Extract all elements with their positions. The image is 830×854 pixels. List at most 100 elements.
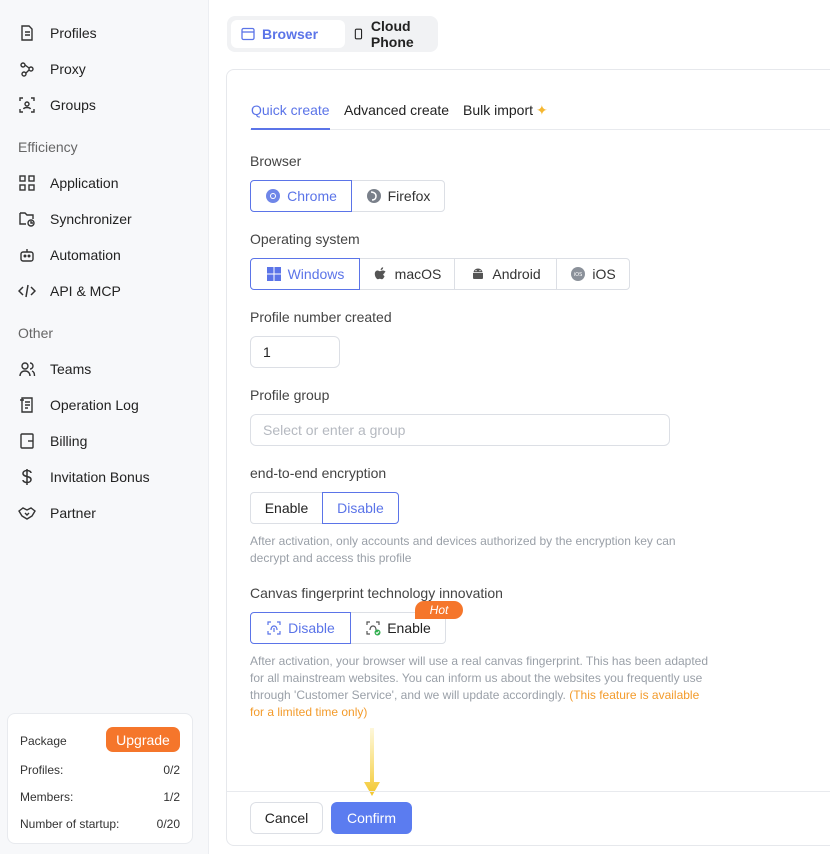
browser-label: Browser	[250, 153, 302, 169]
pointer-arrow-icon	[364, 728, 380, 796]
browser-option-chrome[interactable]: Chrome	[250, 180, 352, 212]
tab-quick-create[interactable]: Quick create	[251, 102, 330, 130]
browser-option-firefox[interactable]: Firefox	[351, 180, 445, 212]
section-efficiency: Efficiency	[18, 139, 78, 155]
proxy-icon	[18, 60, 36, 78]
canvas-label: Canvas fingerprint technology innovation	[250, 585, 503, 601]
sidebar-item-label: Operation Log	[50, 397, 139, 413]
sidebar-item-invitation-bonus[interactable]: Invitation Bonus	[18, 465, 150, 489]
tab-browser-label: Browser	[262, 26, 319, 42]
handshake-icon	[18, 504, 36, 522]
os-selector: Windows macOS Android iOS iOS	[250, 258, 630, 290]
sidebar-item-partner[interactable]: Partner	[18, 501, 96, 525]
package-row: Number of startup: 0/20	[20, 817, 180, 831]
sidebar-item-operation-log[interactable]: Operation Log	[18, 393, 139, 417]
profile-number-input[interactable]: 1	[250, 336, 340, 368]
sidebar-item-label: Proxy	[50, 61, 86, 77]
canvas-hint: After activation, your browser will use …	[250, 653, 708, 721]
canvas-option-label: Enable	[387, 620, 431, 636]
os-option-android[interactable]: Android	[454, 258, 557, 290]
package-row-value: 0/2	[163, 763, 180, 777]
sidebar-item-label: Synchronizer	[50, 211, 132, 227]
sidebar-item-application[interactable]: Application	[18, 171, 119, 195]
android-icon	[470, 266, 486, 282]
e2e-option-enable[interactable]: Enable	[250, 492, 323, 524]
e2e-selector: Enable Disable	[250, 492, 399, 524]
os-option-macos[interactable]: macOS	[359, 258, 455, 290]
sidebar-item-label: Application	[50, 175, 119, 191]
package-title: Package	[20, 734, 67, 748]
canvas-hint-limited-line: for a limited time only)	[250, 705, 368, 719]
sidebar-item-billing[interactable]: Billing	[18, 429, 87, 453]
tab-advanced-create[interactable]: Advanced create	[344, 102, 449, 130]
browser-option-label: Firefox	[387, 188, 431, 204]
package-card: Package Upgrade Profiles: 0/2 Members: 1/2…	[7, 713, 193, 844]
e2e-option-disable[interactable]: Disable	[322, 492, 399, 524]
cancel-button[interactable]: Cancel	[250, 802, 323, 834]
os-option-ios[interactable]: iOS iOS	[556, 258, 630, 290]
robot-icon	[18, 246, 36, 264]
package-row: Members: 1/2	[20, 790, 180, 804]
os-option-windows[interactable]: Windows	[250, 258, 360, 290]
tab-cloud-phone[interactable]: Cloud Phone	[349, 18, 438, 50]
canvas-hint-line: for all mainstream websites. You can inf…	[250, 671, 703, 685]
os-option-label: macOS	[394, 266, 442, 282]
sidebar-item-synchronizer[interactable]: Synchronizer	[18, 207, 132, 231]
e2e-hint-line: After activation, only accounts and devi…	[250, 534, 676, 548]
sidebar-item-label: Billing	[50, 433, 88, 449]
e2e-hint-line: decrypt and access this profile	[250, 551, 412, 565]
browser-option-label: Chrome	[287, 188, 337, 204]
sync-icon	[18, 210, 36, 228]
canvas-option-disable[interactable]: Disable	[250, 612, 351, 644]
sidebar-item-label: Profiles	[50, 25, 97, 41]
log-icon	[18, 396, 36, 414]
canvas-hint-limited: (This feature is available	[569, 688, 700, 702]
sidebar-item-api-mcp[interactable]: API & MCP	[18, 279, 121, 303]
upgrade-button[interactable]: Upgrade	[106, 727, 180, 752]
footer-divider	[227, 791, 830, 792]
package-row: Profiles: 0/2	[20, 763, 180, 777]
sidebar-item-teams[interactable]: Teams	[18, 357, 91, 381]
canvas-hint-line: through 'Customer Service', and we will …	[250, 687, 708, 704]
sidebar-item-label: API & MCP	[50, 283, 121, 299]
apple-icon	[373, 266, 389, 282]
package-row-label: Profiles:	[20, 763, 64, 777]
tab-bulk-import-label: Bulk import	[463, 102, 534, 118]
os-option-label: Android	[492, 266, 541, 282]
fingerprint-icon	[266, 620, 282, 636]
fingerprint-check-icon	[365, 620, 381, 636]
profile-number-label: Profile number created	[250, 309, 392, 325]
document-icon	[18, 24, 36, 42]
section-other: Other	[18, 325, 54, 341]
tab-browser[interactable]: Browser	[231, 20, 345, 48]
groups-icon	[18, 96, 36, 114]
confirm-button[interactable]: Confirm	[331, 802, 412, 834]
e2e-hint: After activation, only accounts and devi…	[250, 533, 676, 567]
create-tabs: Quick create Advanced create Bulk import…	[250, 98, 830, 130]
sidebar-item-automation[interactable]: Automation	[18, 243, 121, 267]
os-option-label: iOS	[592, 266, 616, 282]
os-option-label: Windows	[287, 266, 345, 282]
sidebar-item-proxy[interactable]: Proxy	[18, 57, 86, 81]
sidebar: Profiles Proxy Groups Efficiency Applica…	[0, 0, 209, 854]
sparkle-icon: ✦	[536, 102, 548, 118]
profile-group-input[interactable]: Select or enter a group	[250, 414, 670, 446]
sidebar-item-groups[interactable]: Groups	[18, 93, 96, 117]
grid-icon	[18, 174, 36, 192]
sidebar-item-label: Invitation Bonus	[50, 469, 150, 485]
sidebar-item-label: Groups	[50, 97, 96, 113]
browser-window-icon	[241, 27, 255, 41]
package-row-label: Number of startup:	[20, 817, 120, 831]
dollar-icon	[18, 468, 36, 486]
canvas-hint-line: After activation, your browser will use …	[250, 654, 709, 668]
sidebar-item-profiles[interactable]: Profiles	[18, 21, 97, 45]
chrome-icon	[265, 188, 281, 204]
tab-bulk-import[interactable]: Bulk import ✦	[463, 102, 548, 130]
canvas-hint-text: through 'Customer Service', and we will …	[250, 688, 566, 702]
product-switch: Browser Cloud Phone	[227, 16, 438, 52]
wallet-icon	[18, 432, 36, 450]
windows-icon	[266, 266, 282, 282]
hot-badge: Hot	[415, 601, 463, 619]
ios-icon: iOS	[570, 266, 586, 282]
phone-icon	[354, 28, 363, 40]
